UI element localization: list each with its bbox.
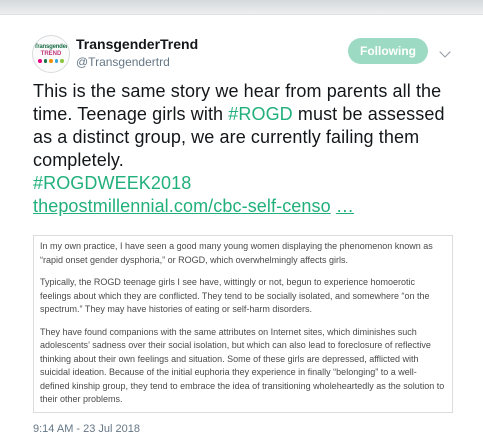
tweet-card: Transgender TREND TransgenderTrend @Tran… xyxy=(0,14,483,442)
avatar[interactable]: Transgender TREND xyxy=(32,35,70,73)
display-name[interactable]: TransgenderTrend xyxy=(76,36,198,52)
tweet-timestamp[interactable]: 9:14 AM - 23 Jul 2018 xyxy=(33,423,140,435)
quote-paragraph-3: They have found companions with the same… xyxy=(40,326,445,405)
quote-paragraph-1: In my own practice, I have seen a good m… xyxy=(40,241,433,265)
quoted-text-image[interactable]: In my own practice, I have seen a good m… xyxy=(33,235,453,413)
avatar-logo-text-bottom: TREND xyxy=(40,51,62,57)
chevron-down-icon[interactable] xyxy=(439,46,451,58)
avatar-logo-text-top: Transgender xyxy=(34,44,68,50)
tweet-link-ellipsis[interactable]: … xyxy=(336,196,354,216)
tweet-text: This is the same story we hear from pare… xyxy=(33,80,458,218)
hashtag-rogdweek2018[interactable]: #ROGDWEEK2018 xyxy=(33,173,191,193)
hashtag-rogd[interactable]: #ROGD xyxy=(228,104,293,124)
following-button[interactable]: Following xyxy=(348,38,428,64)
top-background-strip xyxy=(0,0,483,15)
user-handle[interactable]: @Transgendertrd xyxy=(76,55,170,69)
avatar-logo-dots xyxy=(38,59,64,65)
quote-paragraph-2: Typically, the ROGD teenage girls I see … xyxy=(40,277,430,314)
tweet-link[interactable]: thepostmillennial.com/cbc-self-censo xyxy=(33,196,331,216)
